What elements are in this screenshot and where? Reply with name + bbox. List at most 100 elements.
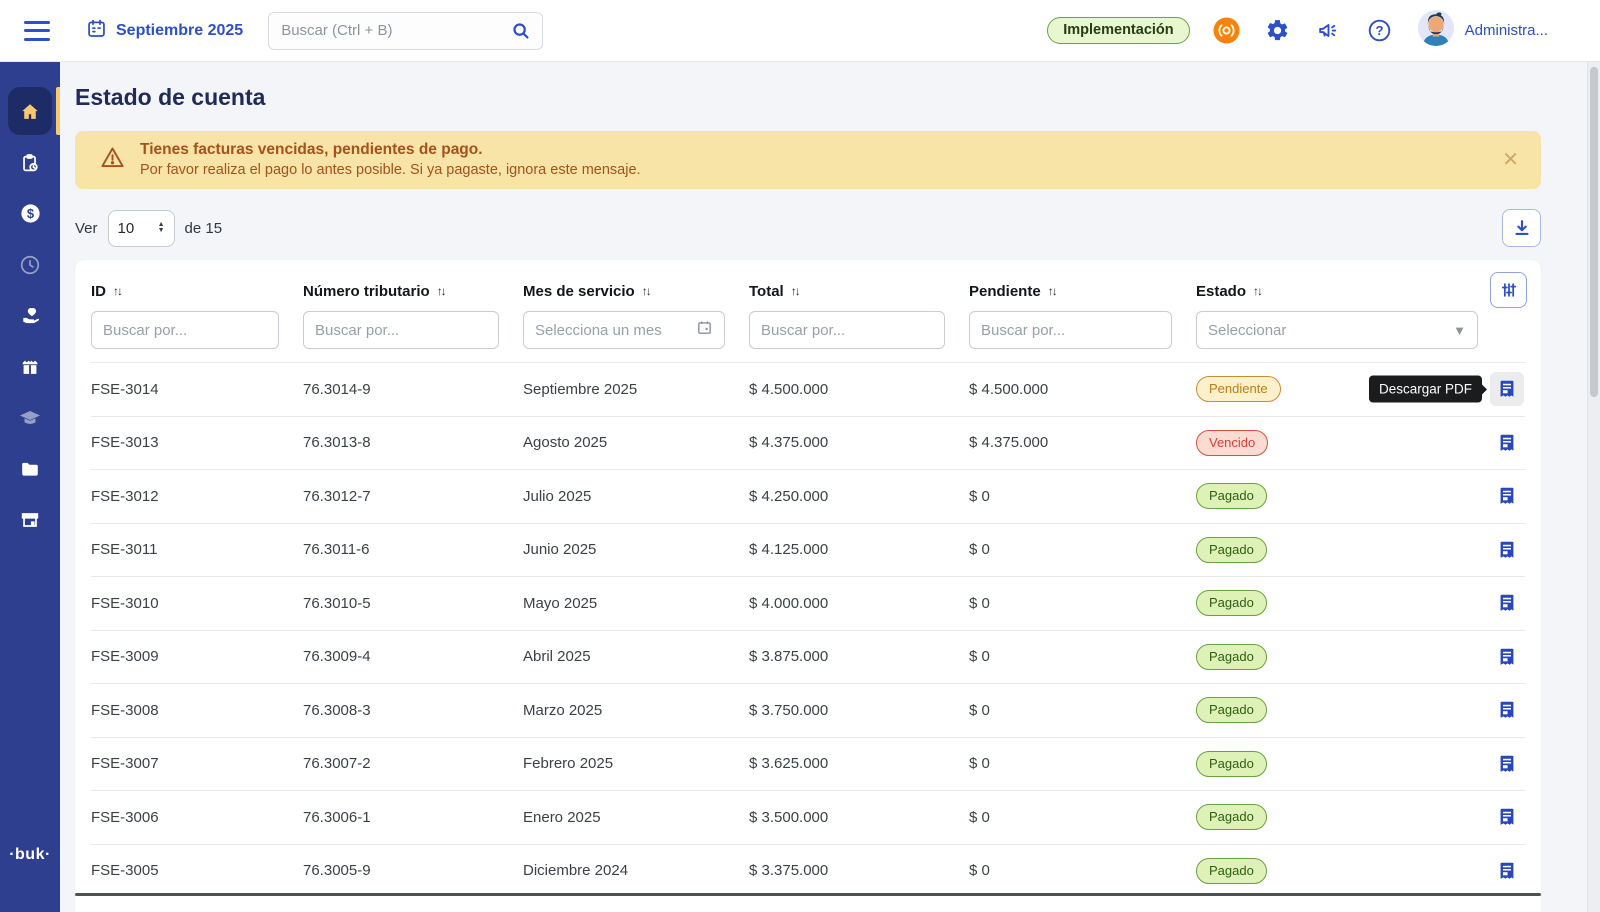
invoice-receipt-icon	[1496, 753, 1518, 775]
download-pdf-button[interactable]	[1490, 372, 1524, 406]
main-content: Estado de cuenta Tienes facturas vencida…	[60, 62, 1600, 912]
download-pdf-button[interactable]	[1490, 533, 1524, 567]
cell-actions	[1481, 533, 1525, 567]
status-badge: Pagado	[1196, 804, 1267, 830]
storefront-icon	[19, 509, 41, 531]
cell-pending: $ 4.500.000	[969, 381, 1196, 398]
vertical-scrollbar[interactable]	[1587, 62, 1600, 912]
download-pdf-button[interactable]	[1490, 479, 1524, 513]
filter-total-input[interactable]	[749, 311, 945, 349]
page-size-select[interactable]: 10 ▲▼	[108, 210, 175, 247]
sidebar-item-store[interactable]	[0, 494, 60, 545]
sort-icon[interactable]: ↑↓	[113, 284, 121, 298]
filter-pending-input[interactable]	[969, 311, 1172, 349]
table-filter-row: Selecciona un mes Seleccionar ▼	[91, 311, 1525, 349]
cell-total: $ 3.500.000	[749, 809, 969, 826]
cell-tax-id: 76.3011-6	[303, 541, 523, 558]
sort-icon[interactable]: ↑↓	[791, 284, 799, 298]
table-settings-button[interactable]	[1490, 272, 1527, 308]
sliders-icon	[1499, 280, 1519, 300]
cell-status: Pagado	[1196, 483, 1481, 509]
download-pdf-button[interactable]	[1490, 640, 1524, 674]
sidebar-item-home[interactable]	[0, 86, 60, 137]
cell-status: Pagado	[1196, 644, 1481, 670]
cell-month: Abril 2025	[523, 648, 749, 665]
cell-month: Junio 2025	[523, 541, 749, 558]
cell-total: $ 4.375.000	[749, 434, 969, 451]
table-row: FSE-3005 76.3005-9 Diciembre 2024 $ 3.37…	[91, 844, 1525, 898]
sidebar: $ ·	[0, 62, 60, 912]
period-selector[interactable]: Septiembre 2025	[86, 18, 243, 44]
cell-month: Diciembre 2024	[523, 862, 749, 879]
filter-month-picker[interactable]: Selecciona un mes	[523, 311, 725, 349]
cell-total: $ 3.875.000	[749, 648, 969, 665]
ver-label: Ver	[75, 220, 98, 237]
download-pdf-button[interactable]	[1490, 426, 1524, 460]
megaphone-icon[interactable]	[1315, 17, 1343, 45]
cell-month: Marzo 2025	[523, 702, 749, 719]
user-menu[interactable]: Administra...	[1417, 9, 1548, 52]
sidebar-item-training[interactable]	[0, 392, 60, 443]
hamburger-menu-button[interactable]	[24, 21, 50, 41]
download-pdf-button[interactable]	[1490, 747, 1524, 781]
filter-tax-id-input[interactable]	[303, 311, 499, 349]
cell-actions	[1481, 479, 1525, 513]
cell-total: $ 4.000.000	[749, 595, 969, 612]
col-header-id: ID↑↓	[91, 283, 303, 300]
sidebar-item-tasks[interactable]	[0, 137, 60, 188]
cell-status: Pagado	[1196, 858, 1481, 884]
sidebar-item-documents[interactable]	[0, 443, 60, 494]
cell-pending: $ 0	[969, 541, 1196, 558]
filter-status-select[interactable]: Seleccionar ▼	[1196, 311, 1478, 349]
export-download-button[interactable]	[1502, 209, 1541, 247]
tooltip-descargar-pdf: Descargar PDF	[1369, 376, 1482, 403]
cell-pending: $ 0	[969, 755, 1196, 772]
cell-total: $ 4.125.000	[749, 541, 969, 558]
cell-pending: $ 0	[969, 862, 1196, 879]
download-pdf-button[interactable]	[1490, 854, 1524, 888]
sort-icon[interactable]: ↑↓	[1253, 284, 1261, 298]
sort-icon[interactable]: ↑↓	[642, 284, 650, 298]
global-search	[268, 12, 543, 50]
cell-id: FSE-3005	[91, 862, 303, 879]
sidebar-item-payments[interactable]: $	[0, 188, 60, 239]
help-icon[interactable]: ?	[1366, 17, 1394, 45]
dollar-circle-icon: $	[19, 202, 42, 225]
svg-text:?: ?	[1376, 23, 1384, 38]
col-header-total: Total↑↓	[749, 283, 969, 300]
horizontal-scrollbar[interactable]	[75, 893, 1541, 896]
sort-icon[interactable]: ↑↓	[437, 284, 445, 298]
hand-heart-icon	[19, 304, 42, 327]
gear-icon[interactable]	[1264, 17, 1292, 45]
download-pdf-button[interactable]	[1490, 800, 1524, 834]
search-input[interactable]	[268, 12, 543, 50]
sort-icon[interactable]: ↑↓	[1048, 284, 1056, 298]
cell-actions	[1481, 747, 1525, 781]
cell-month: Septiembre 2025	[523, 381, 749, 398]
period-label: Septiembre 2025	[116, 22, 243, 40]
close-icon[interactable]: ✕	[1502, 150, 1519, 170]
sidebar-item-celebrations[interactable]	[0, 341, 60, 392]
calendar-icon	[86, 18, 107, 44]
download-pdf-button[interactable]	[1490, 586, 1524, 620]
cell-tax-id: 76.3014-9	[303, 381, 523, 398]
invoice-receipt-icon	[1496, 592, 1518, 614]
filter-id-input[interactable]	[91, 311, 279, 349]
download-pdf-button[interactable]	[1490, 693, 1524, 727]
sidebar-item-time[interactable]	[0, 239, 60, 290]
cell-pending: $ 0	[969, 702, 1196, 719]
cell-status: Pagado	[1196, 590, 1481, 616]
scrollbar-thumb[interactable]	[1590, 67, 1598, 397]
cell-month: Mayo 2025	[523, 595, 749, 612]
cell-total: $ 4.250.000	[749, 488, 969, 505]
sidebar-item-benefits[interactable]	[0, 290, 60, 341]
topbar-actions: Implementación	[1047, 9, 1548, 52]
cell-id: FSE-3008	[91, 702, 303, 719]
cell-actions	[1481, 693, 1525, 727]
cell-status: Pagado	[1196, 537, 1481, 563]
search-icon[interactable]	[510, 20, 532, 47]
support-icon[interactable]	[1213, 17, 1241, 45]
col-header-month: Mes de servicio↑↓	[523, 283, 749, 300]
cell-pending: $ 0	[969, 648, 1196, 665]
cell-actions	[1481, 586, 1525, 620]
